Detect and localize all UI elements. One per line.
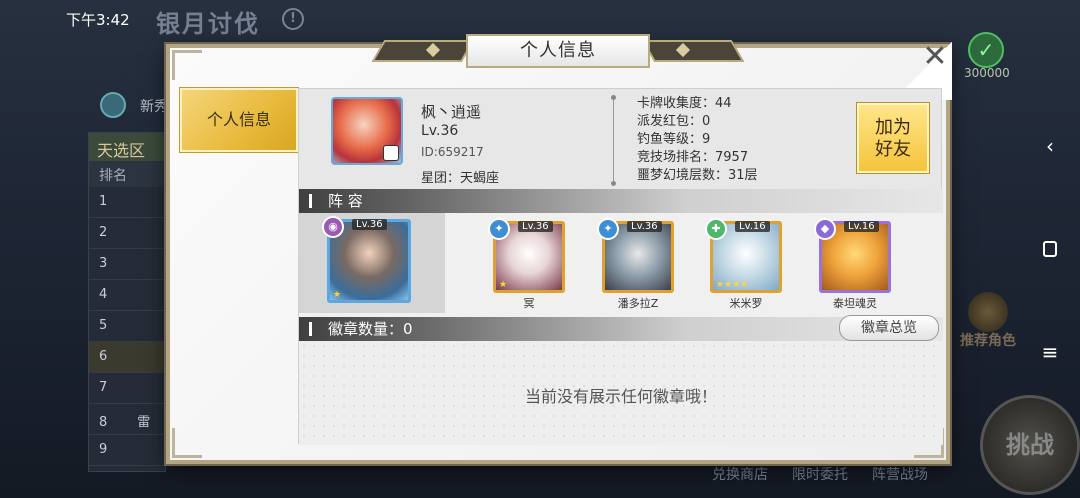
badge-count: 徽章数量：0 xyxy=(328,320,413,338)
dialog-title-bar: 个人信息 xyxy=(371,34,745,68)
rank-emblem-icon xyxy=(100,92,126,118)
stat-card-collection: 卡牌收集度：44 xyxy=(637,96,732,111)
player-info-dialog: 个人信息 ✕ 个人信息 枫丶逍遥 Lv.36 ID:659217 星团：天蝎座 … xyxy=(166,34,952,464)
rank-row[interactable]: 4 xyxy=(89,280,165,311)
rank-row[interactable]: 8雷 xyxy=(89,404,165,435)
background-title: 银月讨伐 xyxy=(156,10,260,38)
card-name: 米米罗 xyxy=(729,297,763,310)
add-friend-label-line1: 加为 xyxy=(875,117,911,138)
badges-section-header: 徽章数量：0 徽章总览 xyxy=(299,315,943,341)
card-stars: ★★★★ xyxy=(716,280,749,290)
lineup-card[interactable]: ✦ Lv.36 xyxy=(597,218,674,293)
rank-row[interactable]: 6 xyxy=(89,342,165,373)
exchange-shop-link[interactable]: 兑换商店 xyxy=(712,464,768,484)
game-screen: 下午3:42 银月讨伐 ! 新秀 天选区 排名 1 2 3 4 5 6 7 8雷… xyxy=(0,0,1080,498)
corner-ornament xyxy=(172,50,202,80)
card-name: 冥 xyxy=(523,297,535,310)
recruit-label[interactable]: 推荐角色 xyxy=(960,330,1016,350)
rank-column-header: 排名 xyxy=(89,161,165,187)
player-stats: 卡牌收集度：44 派发红包：0 钓鱼等级：9 竞技场排名：7957 噩梦幻境层数… xyxy=(637,95,758,185)
add-friend-label-line2: 好友 xyxy=(875,139,911,160)
stat-nightmare-floors: 噩梦幻境层数：31层 xyxy=(637,168,758,183)
element-icon: ✦ xyxy=(597,218,619,240)
checkmark-icon[interactable]: ✓ xyxy=(968,32,1004,68)
lineup-card[interactable]: ✚ Lv.16 ★★★★ xyxy=(705,218,782,293)
rank-row-text: 雷 xyxy=(137,415,151,430)
card-stars: ★ xyxy=(333,290,342,300)
divider xyxy=(613,97,614,183)
card-level: Lv.16 xyxy=(735,221,770,232)
player-name: 枫丶逍遥 xyxy=(421,103,482,121)
section-marker xyxy=(309,322,312,336)
lineup-card[interactable]: ✦ Lv.36 ★ xyxy=(488,218,565,293)
card-level: Lv.16 xyxy=(844,221,879,232)
rank-number: 8 xyxy=(99,415,108,430)
title-wing xyxy=(371,40,475,62)
element-icon: ✦ xyxy=(488,218,510,240)
camp-battle-link[interactable]: 阵营战场 xyxy=(872,464,928,484)
rank-row[interactable]: 1 xyxy=(89,187,165,218)
close-icon: ✕ xyxy=(922,39,948,74)
element-icon: ◉ xyxy=(322,216,344,238)
tab-personal-info[interactable]: 个人信息 xyxy=(180,88,298,152)
title-wing xyxy=(641,40,745,62)
badge-empty-message: 当前没有展示任何徽章哦！ xyxy=(524,387,717,406)
player-guild: 星团：天蝎座 xyxy=(421,171,500,186)
lineup-title: 阵 容 xyxy=(328,192,363,210)
back-icon[interactable]: ‹ xyxy=(1038,134,1062,158)
recruit-orb-icon[interactable] xyxy=(968,292,1008,332)
add-friend-button[interactable]: 加为 好友 xyxy=(857,103,929,173)
stat-arena-rank: 竞技场排名：7957 xyxy=(637,150,749,165)
section-marker xyxy=(309,194,312,208)
stat-red-packets: 派发红包：0 xyxy=(637,114,711,129)
rank-row[interactable]: 5 xyxy=(89,311,165,342)
lineup-area: ◉ Lv.36 ★ ✦ Lv.36 ★ 冥 ✦ Lv.36 潘多拉Z ✚ Lv.… xyxy=(299,213,943,317)
lineup-card[interactable]: ◆ Lv.16 xyxy=(814,218,891,293)
card-name: 泰坦魂灵 xyxy=(833,297,877,310)
element-icon: ✚ xyxy=(705,218,727,240)
challenge-button[interactable]: 挑战 xyxy=(980,395,1080,495)
rank-row[interactable]: 9 xyxy=(89,435,165,466)
profile-content: 枫丶逍遥 Lv.36 ID:659217 星团：天蝎座 卡牌收集度：44 派发红… xyxy=(298,88,943,445)
home-icon[interactable] xyxy=(1038,237,1062,261)
badge-overview-button[interactable]: 徽章总览 xyxy=(839,315,939,341)
menu-icon[interactable]: ≡ xyxy=(1038,340,1062,364)
element-icon: ◆ xyxy=(814,218,836,240)
card-stars: ★ xyxy=(499,280,508,290)
divider-dot xyxy=(611,95,616,100)
status-time: 下午3:42 xyxy=(66,11,130,29)
stat-fishing-level: 钓鱼等级：9 xyxy=(637,132,711,147)
corner-ornament xyxy=(172,428,202,458)
dialog-title: 个人信息 xyxy=(466,34,650,68)
avatar-frame-icon xyxy=(383,145,399,161)
avatar[interactable] xyxy=(331,97,403,165)
card-level: Lv.36 xyxy=(352,219,387,230)
player-id: ID:659217 xyxy=(421,145,484,159)
divider-dot xyxy=(611,181,616,186)
player-level: Lv.36 xyxy=(421,123,459,139)
rank-row[interactable]: 7 xyxy=(89,373,165,404)
badge-display-area: 当前没有展示任何徽章哦！ xyxy=(299,341,943,445)
card-level: Lv.36 xyxy=(627,221,662,232)
leader-card[interactable]: ◉ Lv.36 ★ xyxy=(322,216,411,303)
limited-commission-link[interactable]: 限时委托 xyxy=(792,464,848,484)
score-value: 300000 xyxy=(964,66,1010,80)
rank-panel-heading: 天选区 xyxy=(89,133,165,161)
rank-row[interactable]: 3 xyxy=(89,249,165,280)
rank-panel: 天选区 排名 1 2 3 4 5 6 7 8雷 9 xyxy=(88,132,166,472)
rank-row[interactable]: 2 xyxy=(89,218,165,249)
background-left-label: 新秀 xyxy=(140,99,168,115)
card-name: 潘多拉Z xyxy=(617,297,659,310)
info-icon[interactable]: ! xyxy=(282,8,304,30)
leader-slot: ◉ Lv.36 ★ xyxy=(299,213,445,313)
card-level: Lv.36 xyxy=(518,221,553,232)
lineup-section-header: 阵 容 xyxy=(299,189,943,213)
